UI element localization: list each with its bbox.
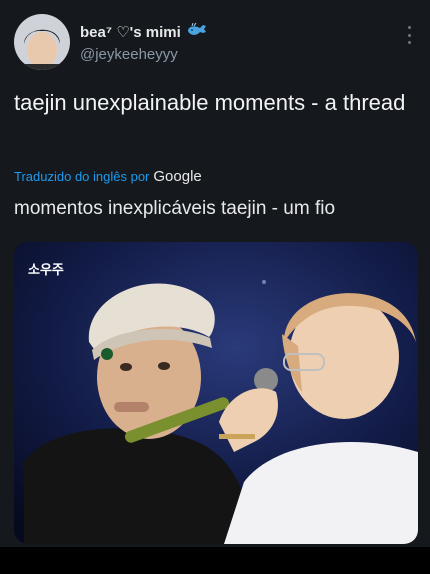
author-handle[interactable]: @jeykeeheyyy [80,46,207,63]
media-watermark: 소우주 [28,263,64,278]
bottom-letterbox [0,547,430,574]
google-brand: Google [153,168,202,185]
translated-by-label: Traduzido do inglês por [14,169,150,184]
avatar-image [14,14,70,70]
tweet-media[interactable]: 소우주 [14,242,418,544]
tweet-header: bea⁷ ♡'s mimi @jeykeeheyyy [14,14,416,76]
more-options-icon[interactable] [406,26,412,44]
tweet-card: bea⁷ ♡'s mimi @jeykeeheyyy taejin unexpl… [0,0,430,547]
translated-text: momentos inexplicáveis taejin - um fio [14,198,336,219]
author-names: bea⁷ ♡'s mimi @jeykeeheyyy [80,22,207,63]
author-display-name[interactable]: bea⁷ ♡'s mimi [80,22,207,42]
media-photo: 소우주 [14,242,418,544]
whale-emoji-icon [187,22,207,42]
display-name-text: bea⁷ ♡'s mimi [80,24,181,41]
translation-attribution[interactable]: Traduzido do inglês por Google [14,168,202,185]
tweet-text: taejin unexplainable moments - a thread [14,90,406,115]
avatar[interactable] [14,14,70,70]
